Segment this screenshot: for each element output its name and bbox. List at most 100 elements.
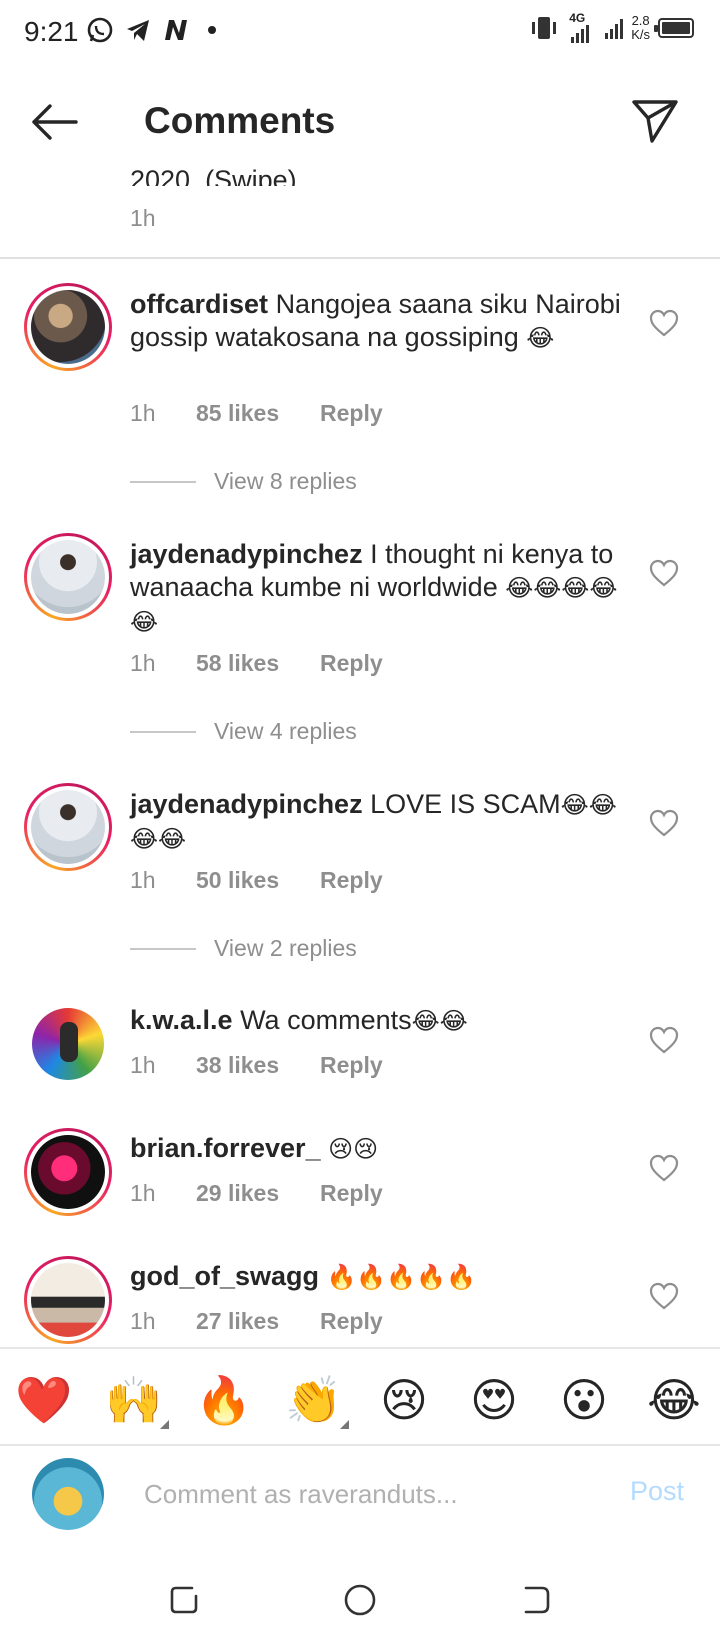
heart-eyes-emoji-button[interactable]: 😍: [462, 1368, 526, 1432]
avatar[interactable]: [24, 1128, 112, 1216]
reply-button[interactable]: Reply: [320, 1052, 383, 1079]
comment-username[interactable]: brian.forrever_: [130, 1133, 321, 1163]
n-app-icon: [165, 20, 187, 40]
skin-tone-caret-icon: [340, 1420, 349, 1429]
heart-icon[interactable]: [648, 1025, 680, 1055]
comment-emojis: 😂: [526, 324, 555, 352]
signal-icon-2: [605, 17, 624, 39]
heart-icon[interactable]: [648, 1153, 680, 1183]
comment-time: 1h: [130, 867, 156, 893]
comment-time: 1h: [130, 400, 156, 426]
skin-tone-caret-icon: [160, 1420, 169, 1429]
comment-text: brian.forrever_ 😢😢: [130, 1132, 630, 1166]
view-replies-button[interactable]: View 4 replies: [130, 718, 357, 745]
status-left-icons: [86, 16, 216, 44]
telegram-icon: [127, 20, 149, 41]
whatsapp-icon: [87, 17, 113, 43]
heart-emoji-button[interactable]: ❤️: [12, 1368, 76, 1432]
comment-text: god_of_swagg 🔥🔥🔥🔥🔥: [130, 1260, 630, 1294]
caption-time: 1h: [130, 205, 156, 231]
comment-username[interactable]: god_of_swagg: [130, 1261, 319, 1291]
emoji-bar-divider: [0, 1347, 720, 1349]
send-icon[interactable]: [630, 96, 680, 146]
comment-emojis: 😂😂: [411, 1007, 468, 1035]
comment-likes[interactable]: 38 likes: [196, 1052, 320, 1079]
heart-icon[interactable]: [648, 308, 680, 338]
header: Comments: [0, 66, 720, 176]
comment-likes[interactable]: 50 likes: [196, 867, 320, 894]
view-replies-label: View 2 replies: [214, 935, 357, 961]
comment-meta: 1h 50 likes Reply: [130, 867, 383, 894]
comment-emojis: 😢😢: [328, 1135, 379, 1163]
comment-username[interactable]: jaydenadypinchez: [130, 789, 363, 819]
laughing-emoji-button[interactable]: 😂: [642, 1368, 706, 1432]
comment-composer: Post: [0, 1446, 720, 1558]
comment-input[interactable]: [144, 1472, 594, 1516]
raised-hands-emoji-button[interactable]: 🙌: [102, 1368, 166, 1432]
comment-emojis: 🔥🔥🔥🔥🔥: [326, 1263, 476, 1291]
comment-body: Wa comments: [240, 1005, 412, 1035]
view-replies-line: [130, 480, 196, 483]
comment-username[interactable]: jaydenadypinchez: [130, 539, 363, 569]
comment-meta: 1h 58 likes Reply: [130, 650, 383, 677]
heart-icon[interactable]: [648, 808, 680, 838]
quick-emoji-bar: ❤️ 🙌 🔥 👏 😢 😍 😮 😂: [0, 1368, 720, 1438]
comment-meta: 1h 29 likes Reply: [130, 1180, 383, 1207]
heart-icon[interactable]: [648, 558, 680, 588]
comment-time: 1h: [130, 650, 156, 676]
back-nav-icon[interactable]: [516, 1580, 556, 1620]
arrow-left-icon[interactable]: [30, 100, 80, 144]
signal-icon-1: 4G: [567, 11, 597, 43]
comment-likes[interactable]: 58 likes: [196, 650, 320, 677]
comment-meta: 1h 85 likes Reply: [130, 400, 383, 427]
comment-likes[interactable]: 85 likes: [196, 400, 320, 427]
notification-dot-icon: [208, 26, 216, 34]
reply-button[interactable]: Reply: [320, 1308, 383, 1335]
comment-meta: 1h 27 likes Reply: [130, 1308, 383, 1335]
vibrate-icon: [532, 17, 557, 39]
comment-likes[interactable]: 29 likes: [196, 1180, 320, 1207]
comment-body: LOVE IS SCAM: [370, 789, 561, 819]
reply-button[interactable]: Reply: [320, 400, 383, 427]
status-right-icons: 4G 2.8 K/s: [529, 11, 694, 43]
comment-time: 1h: [130, 1052, 156, 1078]
comment-username[interactable]: k.w.a.l.e: [130, 1005, 233, 1035]
crying-emoji-button[interactable]: 😢: [372, 1368, 436, 1432]
comment-text: jaydenadypinchez I thought ni kenya to w…: [130, 538, 630, 639]
status-time: 9:21: [24, 16, 79, 47]
avatar[interactable]: [24, 283, 112, 371]
comment-text: jaydenadypinchez LOVE IS SCAM😂😂😂😂: [130, 788, 630, 856]
system-nav-bar: [0, 1560, 720, 1640]
view-replies-button[interactable]: View 2 replies: [130, 935, 357, 962]
home-icon[interactable]: [340, 1580, 380, 1620]
reply-button[interactable]: Reply: [320, 867, 383, 894]
view-replies-line: [130, 730, 196, 733]
heart-icon[interactable]: [648, 1281, 680, 1311]
recents-icon[interactable]: [164, 1580, 204, 1620]
avatar[interactable]: [24, 783, 112, 871]
view-replies-button[interactable]: View 8 replies: [130, 468, 357, 495]
avatar[interactable]: [32, 1008, 104, 1080]
reply-button[interactable]: Reply: [320, 1180, 383, 1207]
avatar[interactable]: [24, 1256, 112, 1344]
fire-emoji-button[interactable]: 🔥: [192, 1368, 256, 1432]
reply-button[interactable]: Reply: [320, 650, 383, 677]
surprised-emoji-button[interactable]: 😮: [552, 1368, 616, 1432]
network-speed: 2.8 K/s: [631, 13, 650, 42]
battery-icon: [654, 18, 694, 38]
comment-meta: 1h 38 likes Reply: [130, 1052, 383, 1079]
comment-text: k.w.a.l.e Wa comments😂😂: [130, 1004, 630, 1038]
comment-likes[interactable]: 27 likes: [196, 1308, 320, 1335]
view-replies-label: View 8 replies: [214, 468, 357, 494]
view-replies-label: View 4 replies: [214, 718, 357, 744]
view-replies-line: [130, 947, 196, 950]
comment-username[interactable]: offcardiset: [130, 289, 268, 319]
post-button[interactable]: Post: [630, 1476, 684, 1507]
clap-emoji-button[interactable]: 👏: [282, 1368, 346, 1432]
comment-text: offcardiset Nangojea saana siku Nairobi …: [130, 288, 630, 355]
caption-text: 2020. (Swipe): [130, 165, 297, 186]
avatar: [32, 1458, 104, 1530]
caption-divider: [0, 257, 720, 259]
avatar[interactable]: [24, 533, 112, 621]
status-bar: 9:21 4G 2.8 K/s: [0, 0, 720, 66]
